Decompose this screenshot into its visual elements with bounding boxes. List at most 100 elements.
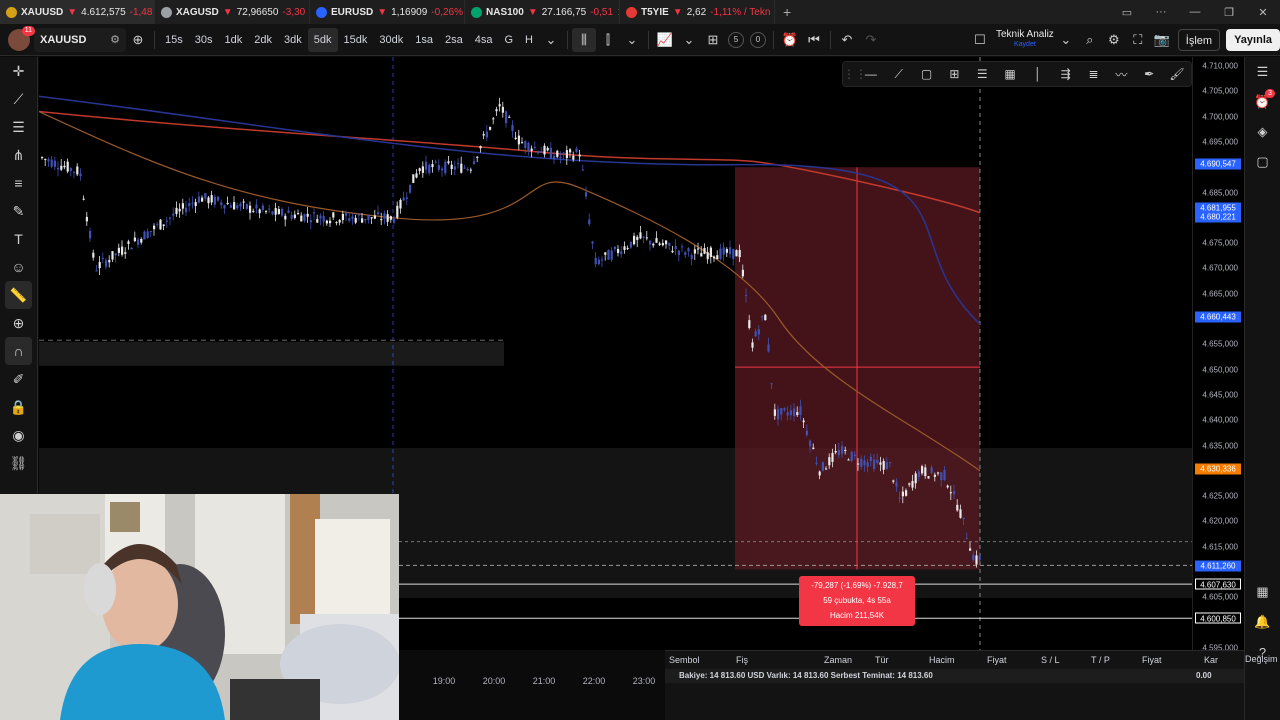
layout-name[interactable]: Teknik Analiz Kaydet — [996, 29, 1054, 50]
rectangle-icon[interactable]: ▢ — [913, 67, 941, 81]
parallel-channel-icon[interactable]: ☰ — [968, 67, 996, 81]
ruler-icon[interactable]: 📏 — [5, 281, 32, 309]
avatar[interactable]: 11 — [8, 25, 35, 51]
bar-style-icon[interactable]: ⫿ — [596, 32, 620, 48]
link-icon[interactable]: ⛓ — [0, 449, 37, 477]
horizontal-lines-icon[interactable]: ☰ — [0, 113, 37, 141]
camera-icon[interactable]: 📷 — [1150, 32, 1174, 48]
eye-icon[interactable]: ◉ — [0, 421, 37, 449]
picture-icon[interactable]: ▭ — [1110, 6, 1144, 19]
col-ticket[interactable]: Fiş — [736, 655, 748, 665]
replay-count-a[interactable]: 5 — [727, 31, 744, 48]
ray-icon[interactable]: ⟋ — [885, 67, 913, 82]
more-icon[interactable]: ··· — [1144, 6, 1178, 19]
new-tab-icon[interactable]: + — [775, 4, 799, 20]
candle-body — [370, 217, 373, 219]
alerts-icon[interactable]: ⏰ 3 — [1245, 87, 1280, 117]
crosshair-icon[interactable]: ✛ — [0, 57, 37, 85]
fib-retracement-icon[interactable]: ≣ — [1080, 67, 1108, 81]
col-sl[interactable]: S / L — [1041, 655, 1060, 665]
pitchfork-icon[interactable]: ⋔ — [0, 141, 37, 169]
trend-line-icon[interactable]: ⟋ — [0, 85, 37, 113]
notifications-icon[interactable]: 🔔 — [1245, 607, 1280, 637]
emoji-icon[interactable]: ☺ — [0, 253, 37, 281]
col-volume[interactable]: Hacim — [929, 655, 955, 665]
brush-icon[interactable]: ✎ — [0, 197, 37, 225]
trade-button[interactable]: İşlem — [1177, 28, 1221, 51]
chevron-down-icon[interactable]: ⌄ — [539, 32, 563, 48]
candle-body — [274, 208, 277, 215]
interval-g[interactable]: G — [498, 28, 519, 52]
text-icon[interactable]: T — [0, 225, 37, 253]
replay-icon[interactable]: ⏮ — [802, 32, 826, 48]
grid-icon[interactable]: ▦ — [996, 67, 1024, 81]
price-axis[interactable]: 4.710,000 4.705,000 4.700,000 4.695,000 4.68… — [1192, 57, 1244, 652]
interval-h[interactable]: H — [519, 28, 539, 52]
tab-eurusd[interactable]: EURUSD ▼ 1,16909 -0,26% ✕ — [310, 0, 465, 24]
maximize-icon[interactable]: ❐ — [1212, 6, 1246, 19]
path-icon[interactable]: 〰 — [1107, 66, 1135, 83]
candles-icon[interactable]: ⫼ — [571, 27, 596, 52]
cross-box-icon[interactable]: ⊞ — [940, 67, 968, 81]
time-axis[interactable]: 19:00 20:00 21:00 22:00 23:00 — [399, 672, 665, 690]
tab-xagusd[interactable]: XAGUSD ▼ 72,96650 -3,30 ✕ — [155, 0, 310, 24]
interval-4sa[interactable]: 4sa — [469, 28, 499, 52]
candle-body — [553, 155, 556, 160]
interval-15s[interactable]: 15s — [159, 28, 189, 52]
add-symbol-icon[interactable]: ⊕ — [126, 32, 150, 48]
interval-30s[interactable]: 30s — [189, 28, 219, 52]
interval-2sa[interactable]: 2sa — [439, 28, 469, 52]
col-time[interactable]: Zaman — [824, 655, 852, 665]
close-window-icon[interactable]: ✕ — [1246, 6, 1280, 19]
col-price[interactable]: Fiyat — [987, 655, 1007, 665]
interval-2dk[interactable]: 2dk — [248, 28, 278, 52]
pen-icon[interactable]: ✒ — [1135, 67, 1163, 81]
redo-icon[interactable]: ↷ — [859, 32, 883, 48]
zoom-icon[interactable]: ⊕ — [0, 309, 37, 337]
gear-icon[interactable]: ⚙ — [110, 33, 120, 46]
tab-t5yie[interactable]: T5YIE ▼ 2,62 -1,11% / Tekn ✕ — [620, 0, 775, 24]
pencil-lock-icon[interactable]: ✐ — [0, 365, 37, 393]
interval-30dk[interactable]: 30dk — [373, 28, 409, 52]
interval-1sa[interactable]: 1sa — [409, 28, 439, 52]
publish-button[interactable]: Yayınla — [1226, 28, 1280, 51]
search-icon[interactable]: ⌕ — [1078, 32, 1102, 48]
fib-icon[interactable]: ≡ — [0, 169, 37, 197]
replay-count-b[interactable]: 0 — [749, 31, 766, 48]
chevron-down-icon[interactable]: ⌄ — [620, 32, 644, 48]
minimize-icon[interactable]: — — [1178, 6, 1212, 19]
price-range-icon[interactable]: ⇶ — [1052, 67, 1080, 81]
chat-icon[interactable]: ▢ — [1245, 147, 1280, 177]
col-price-2[interactable]: Fiyat — [1142, 655, 1162, 665]
vertical-line-icon[interactable]: │ — [1024, 67, 1052, 81]
alert-icon[interactable]: ⏰ — [778, 32, 802, 48]
symbol-search[interactable]: XAUUSD ⚙ — [34, 27, 126, 52]
interval-5dk[interactable]: 5dk — [307, 27, 338, 52]
tab-xauusd[interactable]: XAUUSD ▼ 4.612,575 -1,48 ✕ — [0, 0, 155, 24]
watchlist-icon[interactable]: ☰ — [1245, 57, 1280, 87]
brush-icon[interactable]: 🖌 — [1163, 67, 1191, 81]
interval-1dk[interactable]: 1dk — [219, 28, 249, 52]
fullscreen-icon[interactable]: ⛶ — [1126, 32, 1150, 48]
magnet-icon[interactable]: ∩ — [5, 337, 32, 365]
settings-icon[interactable]: ⚙ — [1102, 32, 1126, 48]
col-tp[interactable]: T / P — [1091, 655, 1110, 665]
lock-icon[interactable]: 🔒 — [0, 393, 37, 421]
layers-icon[interactable]: ◈ — [1245, 117, 1280, 147]
col-profit[interactable]: Kar — [1204, 655, 1218, 665]
horizontal-line-icon[interactable]: — — [857, 67, 885, 81]
undo-icon[interactable]: ↶ — [835, 32, 859, 48]
col-type[interactable]: Tür — [875, 655, 889, 665]
chevron-down-icon[interactable]: ⌄ — [1054, 32, 1078, 48]
layout-icon[interactable]: ⊞ — [701, 32, 725, 48]
calendar-icon[interactable]: ▦ — [1245, 577, 1280, 607]
indicators-icon[interactable]: 📈 — [653, 32, 677, 48]
col-symbol[interactable]: Sembol — [669, 655, 700, 665]
checkbox-icon[interactable]: ☐ — [968, 32, 992, 48]
chevron-down-icon[interactable]: ⌄ — [677, 32, 701, 48]
drag-handle-icon[interactable]: ⋮⋮ — [843, 67, 867, 81]
col-change[interactable]: Değişim — [1245, 654, 1278, 664]
interval-3dk[interactable]: 3dk — [278, 28, 308, 52]
interval-15dk[interactable]: 15dk — [338, 28, 374, 52]
tab-nas100[interactable]: NAS100 ▼ 27.166,75 -0,51 ✕ — [465, 0, 620, 24]
